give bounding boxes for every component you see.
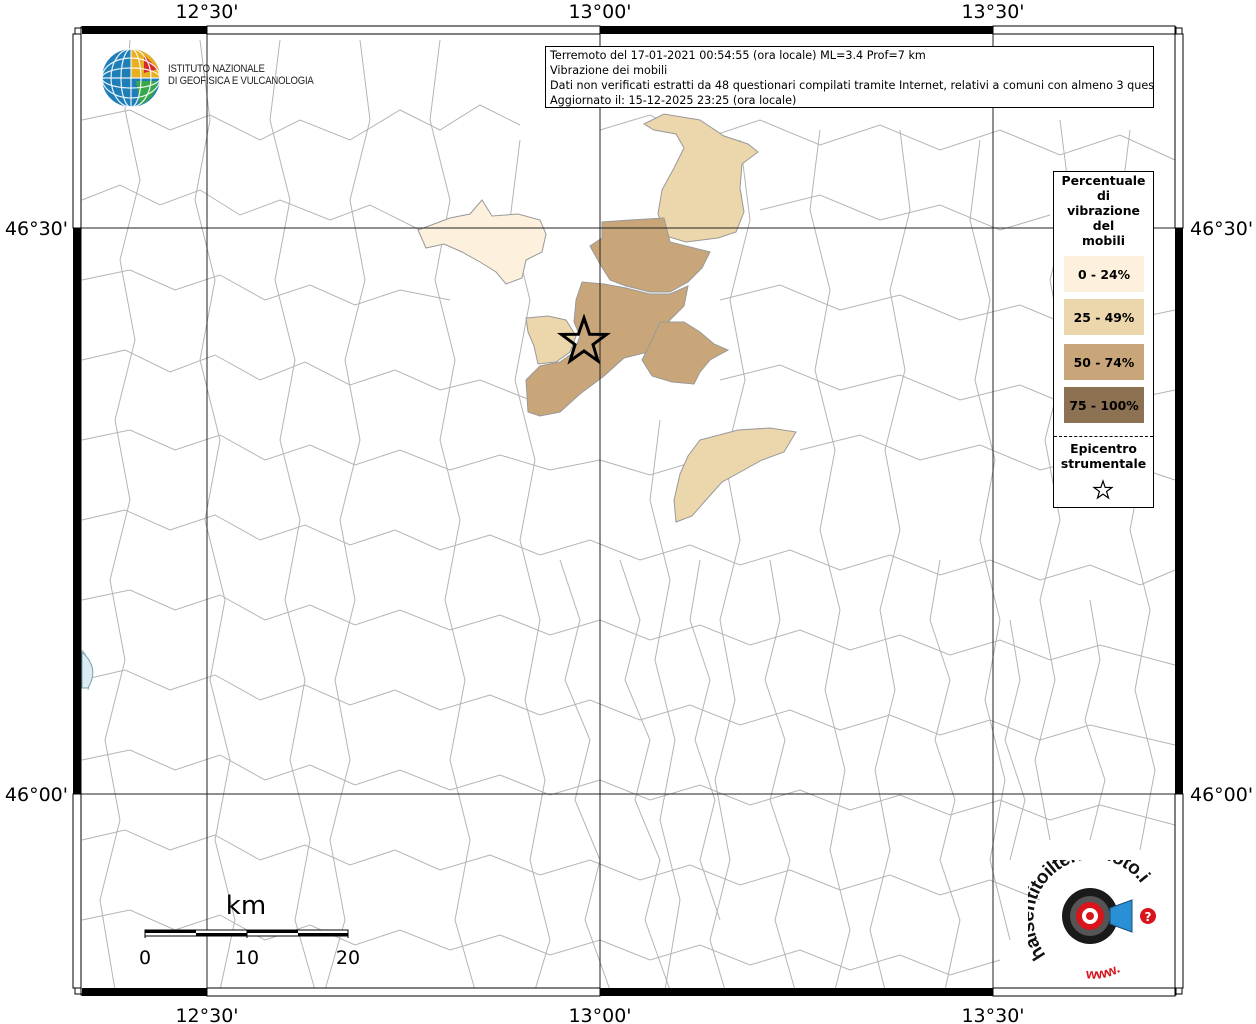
- legend-epicenter-line: strumentale: [1060, 456, 1147, 471]
- bottom-tick-label-1: 12°30': [175, 1005, 238, 1024]
- event-title: Terremoto del 17-01-2021 00:54:55 (ora l…: [550, 49, 926, 62]
- ingv-name-line2: DI GEOFISICA E VULCANOLOGIA: [168, 75, 314, 87]
- legend-title-line: mobili: [1081, 233, 1126, 248]
- svg-text:www.: www.: [1085, 960, 1122, 980]
- legend-star-icon: [1092, 479, 1114, 500]
- legend-class-25-49: 25 - 49%: [1064, 299, 1144, 335]
- haisentito-question-icon: ?: [1145, 910, 1152, 924]
- data-note: Dati non verificati estratti da 48 quest…: [550, 79, 1154, 92]
- map-subject: Vibrazione dei mobili: [550, 64, 668, 77]
- scale-bar: km 0 10 20: [130, 888, 370, 969]
- bottom-tick-label-2: 13°00': [568, 1005, 631, 1024]
- event-info-box: Terremoto del 17-01-2021 00:54:55 (ora l…: [545, 46, 1154, 108]
- right-tick-label-2: 46°00': [1190, 784, 1253, 806]
- legend-class-label: 50 - 74%: [1073, 354, 1135, 370]
- legend-class-75-100: 75 - 100%: [1064, 387, 1144, 423]
- update-time: Aggiornato il: 15-12-2025 23:25 (ora loc…: [550, 94, 797, 107]
- ingv-globe-icon: [101, 48, 161, 108]
- legend-class-label: 75 - 100%: [1069, 397, 1139, 413]
- haisentito-target-icon: haisentitoilterremoto.it www. ?: [1017, 843, 1156, 982]
- scale-label-0: 0: [139, 947, 151, 968]
- legend-epicenter-label: Epicentro strumentale: [1054, 441, 1153, 471]
- top-tick-label-2: 13°00': [568, 1, 631, 23]
- top-tick-label-1: 12°30': [175, 1, 238, 23]
- legend-class-0-24: 0 - 24%: [1064, 256, 1144, 292]
- scale-bar-graphic: km 0 10 20: [139, 891, 360, 969]
- ingv-logo: ISTITUTO NAZIONALE DI GEOFISICA E VULCAN…: [100, 47, 320, 109]
- legend-title-line: del: [1092, 218, 1115, 233]
- haisentito-www: www.: [1085, 960, 1122, 982]
- legend-class-label: 25 - 49%: [1073, 309, 1135, 325]
- ingv-name: ISTITUTO NAZIONALE DI GEOFISICA E VULCAN…: [168, 63, 314, 87]
- legend-title-line: vibrazione: [1067, 203, 1140, 218]
- legend-class-50-74: 50 - 74%: [1064, 344, 1144, 380]
- legend-title-line: Percentuale: [1061, 173, 1146, 188]
- ingv-name-line1: ISTITUTO NAZIONALE: [168, 63, 265, 75]
- legend-epicenter-line: Epicentro: [1070, 441, 1137, 456]
- legend-separator: [1054, 436, 1153, 437]
- left-tick-label-2: 46°00': [5, 784, 68, 806]
- left-tick-label-1: 46°30': [5, 218, 68, 240]
- legend-title: Percentuale di vibrazione del mobili: [1054, 173, 1153, 248]
- top-tick-label-3: 13°30': [961, 1, 1024, 23]
- scale-unit: km: [226, 891, 266, 921]
- haisentito-logo: haisentitoilterremoto.it www. ?: [1017, 843, 1168, 982]
- bottom-tick-label-3: 13°30': [961, 1005, 1024, 1024]
- scale-label-10: 10: [235, 947, 259, 968]
- right-tick-label-1: 46°30': [1190, 218, 1253, 240]
- scale-label-20: 20: [336, 947, 360, 968]
- legend: Percentuale di vibrazione del mobili 0 -…: [1053, 171, 1154, 508]
- legend-class-label: 0 - 24%: [1077, 266, 1131, 282]
- legend-title-line: di: [1096, 188, 1111, 203]
